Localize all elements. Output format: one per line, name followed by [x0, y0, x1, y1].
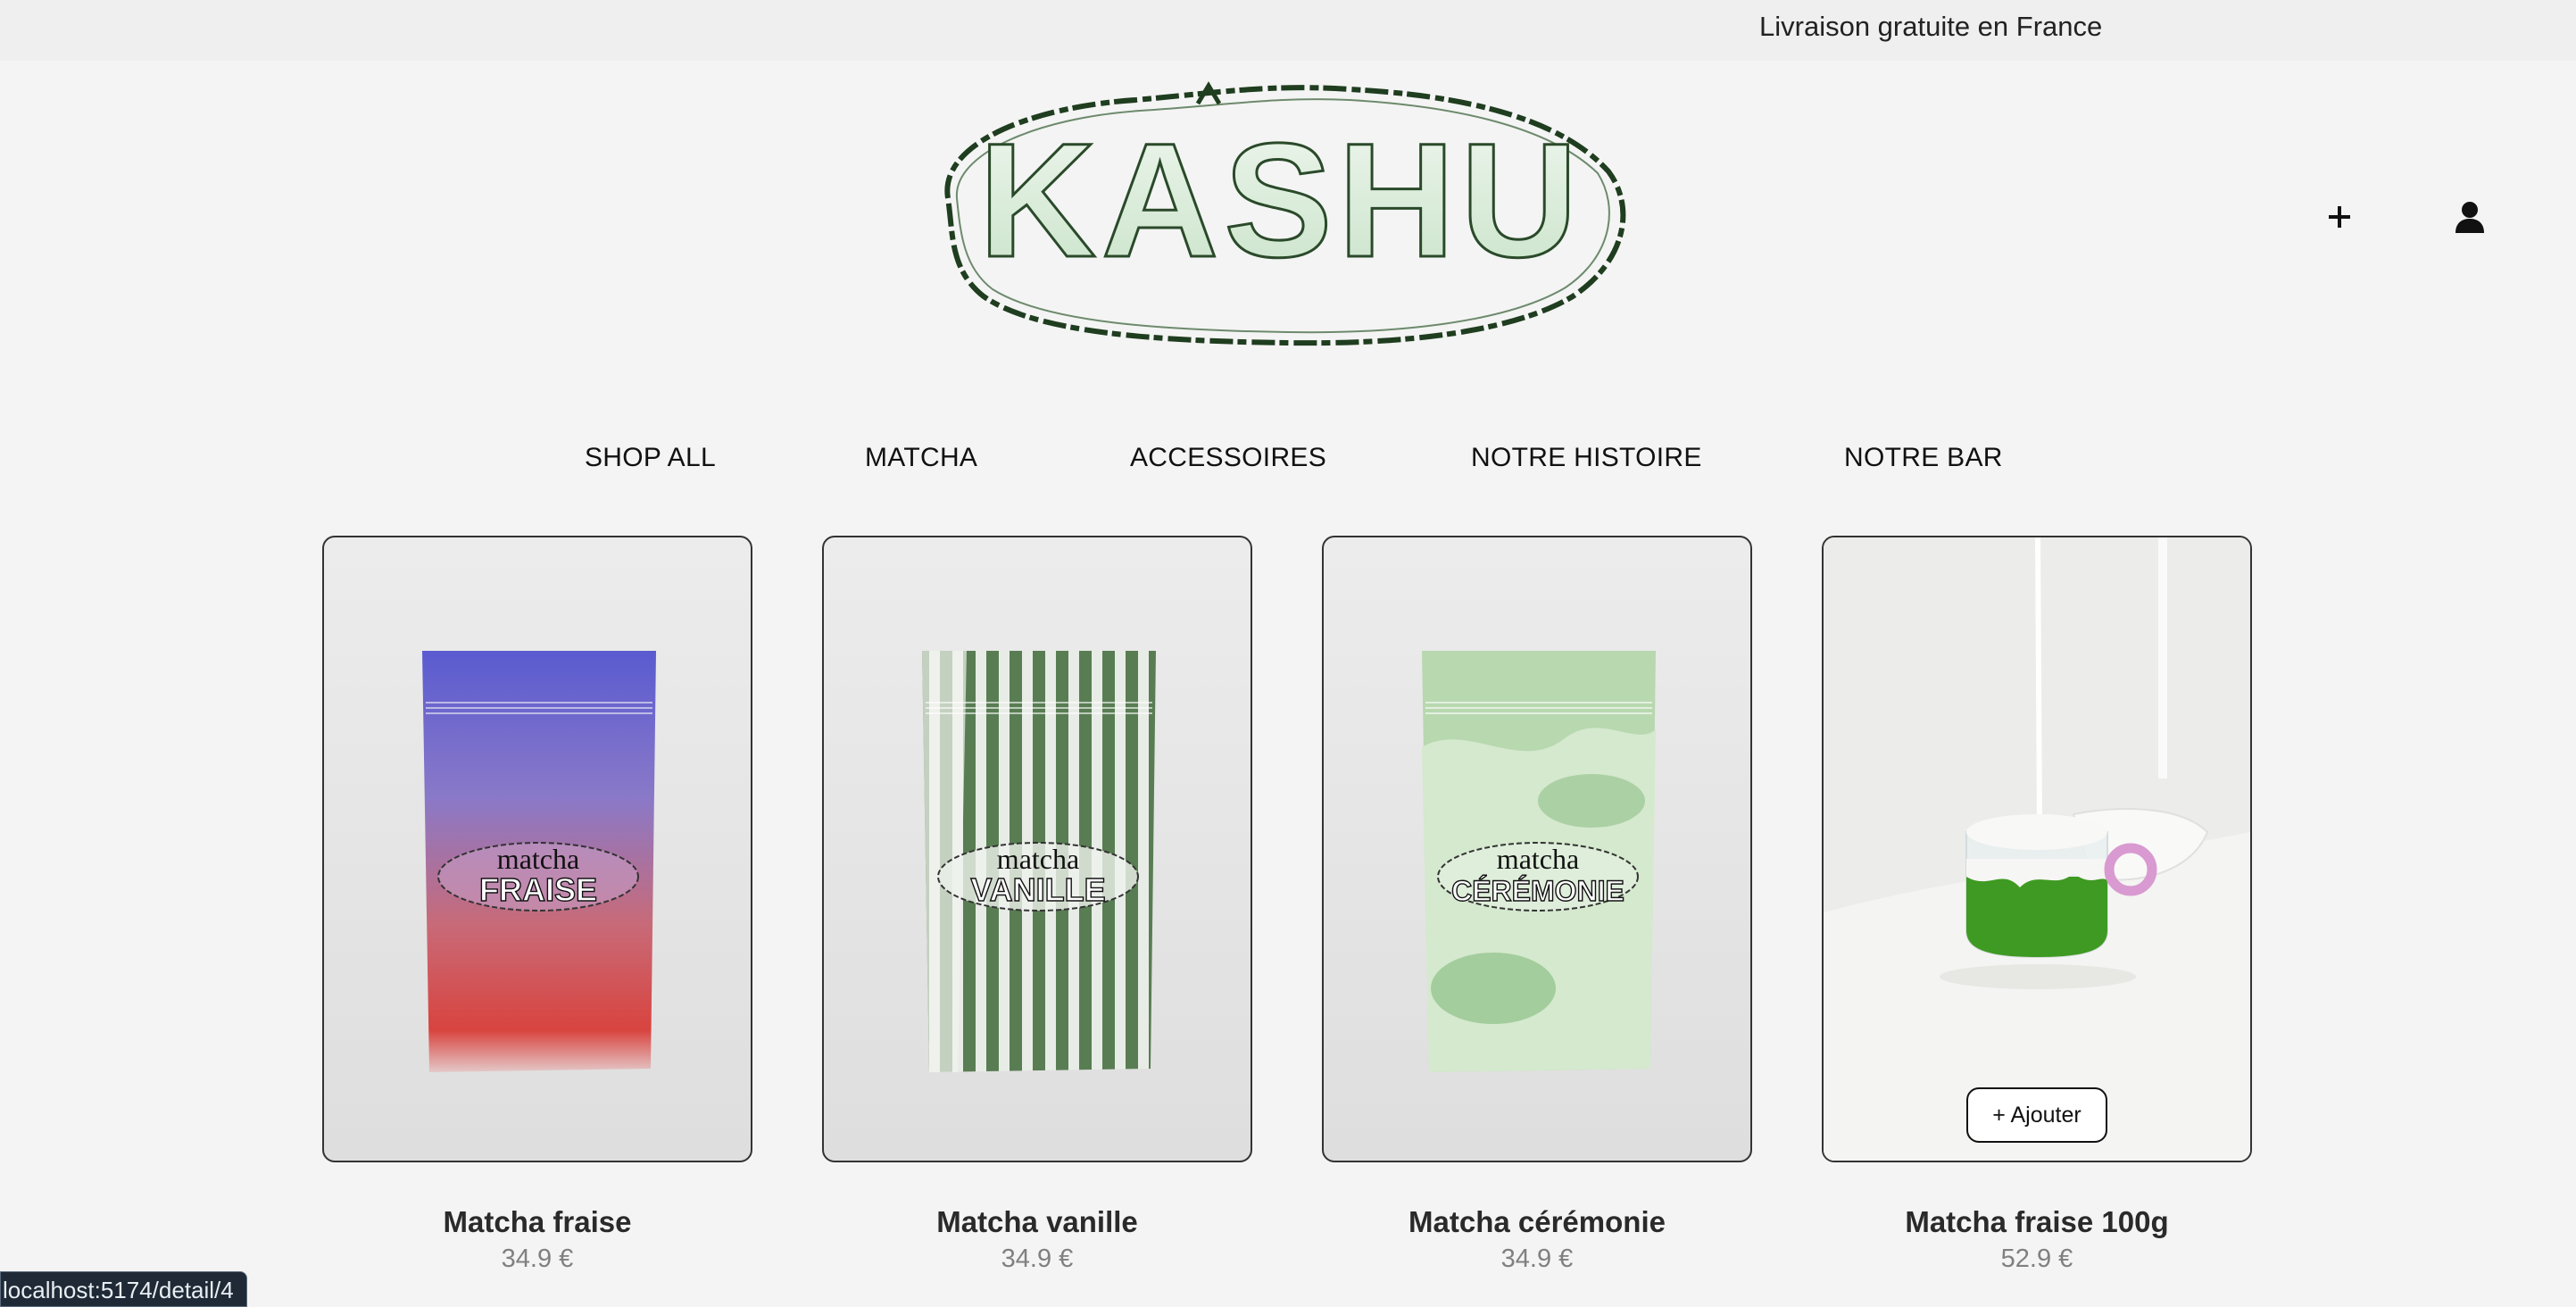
product-card[interactable]: matcha FRAISE Matcha fraise 34.9 €: [322, 536, 752, 1274]
nav-item-matcha[interactable]: MATCHA: [865, 443, 977, 473]
nav-item-shop-all[interactable]: SHOP ALL: [585, 443, 716, 473]
product-name[interactable]: Matcha fraise: [322, 1205, 752, 1239]
product-image-frame[interactable]: matcha FRAISE: [322, 536, 752, 1162]
product-price: 34.9 €: [1001, 1245, 1074, 1273]
product-image: matcha VANILLE: [922, 651, 1156, 1072]
product-image: matcha CÉRÉMONIE: [1422, 651, 1656, 1072]
pouch-label-top: matcha: [1497, 843, 1579, 875]
product-name[interactable]: Matcha cérémonie: [1322, 1205, 1752, 1239]
plus-icon[interactable]: [2317, 195, 2362, 239]
product-image-frame[interactable]: matcha CÉRÉMONIE: [1322, 536, 1752, 1162]
product-price: 34.9 €: [1500, 1245, 1574, 1273]
add-to-cart-button[interactable]: + Ajouter: [1966, 1087, 2107, 1143]
pouch-label-top: matcha: [997, 843, 1079, 875]
product-card[interactable]: matcha VANILLE Matcha vanille 34.9 €: [822, 536, 1252, 1274]
product-price: 34.9 €: [501, 1245, 574, 1273]
nav-item-accessoires[interactable]: ACCESSOIRES: [1130, 443, 1326, 473]
product-image: matcha FRAISE: [422, 651, 656, 1072]
pouch-label-bottom: CÉRÉMONIE: [1451, 875, 1625, 907]
brand-logo[interactable]: KASHU: [930, 73, 1632, 355]
product-image-frame[interactable]: + Ajouter: [1822, 536, 2252, 1162]
pouch-label-bottom: FRAISE: [479, 871, 597, 908]
announcement-bar: Livraison gratuite en France: [0, 0, 2576, 61]
product-price: 52.9 €: [2000, 1245, 2073, 1273]
nav-item-notre-bar[interactable]: NOTRE BAR: [1844, 443, 2003, 473]
header-actions: [2219, 195, 2576, 245]
pouch-label-top: matcha: [497, 843, 579, 875]
main-nav: SHOP ALL MATCHA ACCESSOIRES NOTRE HISTOI…: [0, 443, 2576, 479]
pouch-label-bottom: VANILLE: [970, 871, 1105, 908]
product-photo: [1824, 537, 2250, 1161]
product-image-frame[interactable]: matcha VANILLE: [822, 536, 1252, 1162]
logo-text: KASHU: [978, 109, 1583, 291]
nav-item-notre-histoire[interactable]: NOTRE HISTOIRE: [1471, 443, 1702, 473]
status-bar-url: localhost:5174/detail/4: [0, 1271, 247, 1307]
product-card[interactable]: matcha CÉRÉMONIE Matcha cérémonie 34.9 €: [1322, 536, 1752, 1274]
announcement-text: Livraison gratuite en France: [1759, 11, 2103, 42]
user-icon[interactable]: [2447, 195, 2492, 239]
product-name[interactable]: Matcha vanille: [822, 1205, 1252, 1239]
product-card[interactable]: + Ajouter Matcha fraise 100g 52.9 €: [1822, 536, 2252, 1274]
product-name[interactable]: Matcha fraise 100g: [1822, 1205, 2252, 1239]
